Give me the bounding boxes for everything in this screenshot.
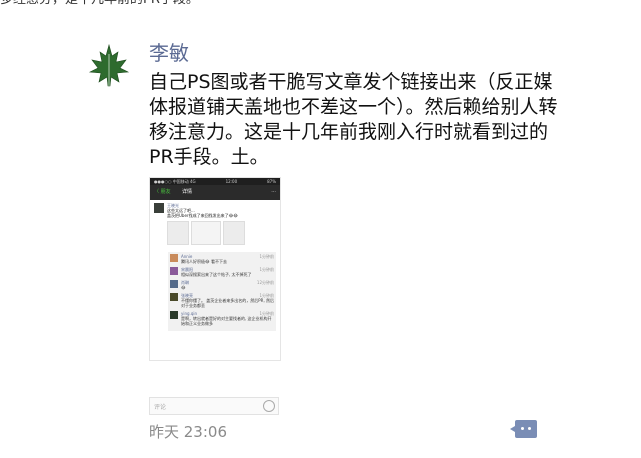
embedded-comment-text: 不懂你懂了。 盖茨企业者来多出名的，然后PR, 然后对于业务都丢 [181,298,275,308]
embedded-comment: 张晓亮 1分钟前 不懂你懂了。 盖茨企业者来多出名的，然后PR, 然后对于业务都丢 [170,293,274,308]
embedded-thumb-3 [223,221,245,245]
embedded-status-right: 87% [267,179,276,184]
embedded-status-left: ●●●○○ 中国移动 4G [154,179,196,184]
embedded-nav-back: 〈 朋友 [154,189,171,195]
embedded-nav-title: 详情 [182,189,193,195]
embedded-comment-text: 腾讯人好积极😂 看不下去 [181,259,227,264]
embedded-status-bar: ●●●○○ 中国移动 4G 12:00 87% [150,178,280,185]
embedded-comment: 宋晨阳 1分钟前 相似深搜索出来了这个帖子, 太不掉死了 [170,267,274,277]
embedded-inner-avatar [154,203,164,213]
action-button-tip [510,426,515,432]
embedded-comments: Annie 1分钟前 腾讯人好积极😂 看不下去 宋晨阳 1分钟前 相似深搜索出来了这… [168,252,276,331]
avatar[interactable] [84,40,134,90]
embedded-thumbnails [167,221,245,245]
embedded-comment-time: 12分钟前 [256,280,274,285]
embedded-inner-text-2: 盖茨把Uber找成了来回找发出来了😂😂 [167,213,238,218]
embedded-comment-avatar [170,254,178,262]
embedded-comment-time: 1分钟前 [259,254,274,259]
embedded-comment-time: 1分钟前 [259,267,274,272]
comment-dots-icon[interactable] [510,420,537,438]
embedded-inner-post: 王晓光 这些太远了吧... 盖茨把Uber找成了来回找发出来了😂😂 [150,200,280,248]
embedded-screenshot-image[interactable]: ●●●○○ 中国移动 4G 12:00 87% 〈 朋友 详情 ··· 王晓光 … [149,177,281,361]
embedded-status-center: 12:00 [225,179,238,184]
maple-leaf-icon [84,40,134,90]
post-timestamp: 昨天 23:06 [149,423,227,441]
emoji-icon[interactable] [263,400,275,412]
embedded-comment-avatar [170,280,178,288]
embedded-comment-avatar [170,293,178,301]
post-text: 自己PS图或者干脆写文章发个链接出来（反正媒体报道铺天盖地也不差这一个）。然后赖… [149,71,558,168]
embedded-comment-avatar [170,267,178,275]
post-author[interactable]: 李敏 [149,40,189,66]
embedded-comment-text: 是啊，转出就者是好的对主要找者的, 这企业机构开始和正义业务做多 [181,316,272,326]
embedded-thumb-1 [167,221,189,245]
previous-post-text: 多经感分，是十几年前的PR手段。 [0,0,260,10]
embedded-comment: 肖琳 12分钟前 😂 [170,280,274,290]
embedded-comment-avatar [170,311,178,319]
embedded-comment: Annie 1分钟前 腾讯人好积极😂 看不下去 [170,254,274,264]
embedded-comment: ying.qin 1分钟前 是啊，转出就者是好的对主要找者的, 这企业机构开始和正… [170,311,274,326]
embedded-nav-bar: 〈 朋友 详情 ··· [150,185,280,200]
comment-input-placeholder[interactable]: 评论 [150,402,263,411]
comment-input-bar[interactable]: 评论 [149,397,279,415]
embedded-thumb-2 [191,221,221,245]
embedded-nav-more: ··· [271,189,276,195]
embedded-comment-text: 相似深搜索出来了这个帖子, 太不掉死了 [181,272,252,277]
embedded-comment-text: 😂 [181,285,186,290]
